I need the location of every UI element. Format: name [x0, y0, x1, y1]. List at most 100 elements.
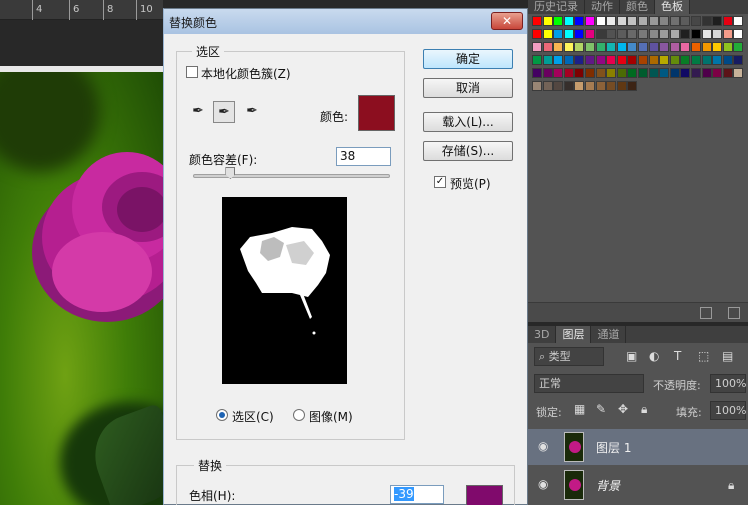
radio-selection[interactable]	[216, 409, 228, 421]
swatch-cell[interactable]	[532, 29, 542, 39]
swatch-cell[interactable]	[616, 68, 627, 78]
dialog-titlebar[interactable]: 替换颜色 ✕	[164, 9, 527, 34]
shape-filter-icon[interactable]: ⬚	[698, 349, 709, 363]
swatch-cell[interactable]	[574, 81, 585, 91]
swatch-cell[interactable]	[722, 29, 733, 39]
swatch-cell[interactable]	[733, 55, 744, 65]
swatch-cell[interactable]	[712, 42, 723, 52]
swatch-cell[interactable]	[627, 16, 638, 26]
tab-history[interactable]: 历史记录	[528, 0, 585, 14]
swatch-cell[interactable]	[563, 42, 574, 52]
swatch-cell[interactable]	[648, 16, 659, 26]
swatch-cell[interactable]	[701, 29, 712, 39]
adjustment-filter-icon[interactable]: ◐	[649, 349, 659, 363]
swatch-cell[interactable]	[585, 68, 595, 78]
swatch-cell[interactable]	[648, 42, 659, 52]
swatch-cell[interactable]	[669, 55, 680, 65]
swatch-cell[interactable]	[722, 42, 733, 52]
swatch-cell[interactable]	[542, 55, 553, 65]
swatch-cell[interactable]	[627, 42, 638, 52]
swatch-cell[interactable]	[691, 68, 701, 78]
tab-channels[interactable]: 通道	[591, 326, 627, 343]
layer-row[interactable]: ◉ 图层 1	[528, 429, 748, 465]
tab-3d[interactable]: 3D	[528, 326, 557, 343]
document-canvas[interactable]	[0, 72, 163, 505]
swatch-cell[interactable]	[606, 68, 617, 78]
type-filter-icon[interactable]: T	[674, 349, 681, 363]
swatch-cell[interactable]	[532, 55, 542, 65]
swatch-cell[interactable]	[574, 29, 585, 39]
preview-checkbox[interactable]: ✓	[434, 176, 446, 188]
fuzziness-input[interactable]: 38	[336, 147, 391, 166]
swatch-cell[interactable]	[563, 55, 574, 65]
sample-color-swatch[interactable]	[358, 95, 395, 131]
swatch-cell[interactable]	[574, 16, 585, 26]
eye-icon[interactable]: ◉	[538, 477, 548, 491]
swatch-cell[interactable]	[595, 68, 606, 78]
swatch-cell[interactable]	[669, 16, 680, 26]
smart-object-filter-icon[interactable]: ▤	[722, 349, 733, 363]
swatch-cell[interactable]	[733, 29, 744, 39]
swatch-cell[interactable]	[669, 42, 680, 52]
swatch-cell[interactable]	[574, 68, 585, 78]
swatch-cell[interactable]	[595, 42, 606, 52]
swatch-cell[interactable]	[648, 55, 659, 65]
swatch-cell[interactable]	[553, 42, 564, 52]
swatch-cell[interactable]	[638, 68, 648, 78]
swatch-cell[interactable]	[659, 68, 670, 78]
swatch-cell[interactable]	[733, 68, 744, 78]
swatch-cell[interactable]	[680, 55, 691, 65]
swatch-cell[interactable]	[616, 16, 627, 26]
swatch-cell[interactable]	[585, 42, 595, 52]
swatch-cell[interactable]	[712, 16, 723, 26]
swatch-cell[interactable]	[532, 42, 542, 52]
tab-color[interactable]: 颜色	[620, 0, 655, 14]
swatch-cell[interactable]	[585, 29, 595, 39]
swatch-cell[interactable]	[532, 81, 542, 91]
swatch-cell[interactable]	[553, 16, 564, 26]
swatch-cell[interactable]	[585, 55, 595, 65]
swatch-cell[interactable]	[659, 42, 670, 52]
blend-mode-select[interactable]: 正常	[534, 374, 644, 393]
load-button[interactable]: 载入(L)...	[423, 112, 513, 132]
swatch-cell[interactable]	[542, 81, 553, 91]
swatch-cell[interactable]	[680, 29, 691, 39]
swatch-cell[interactable]	[553, 81, 564, 91]
swatch-cell[interactable]	[722, 16, 733, 26]
swatch-cell[interactable]	[659, 29, 670, 39]
swatch-cell[interactable]	[638, 16, 648, 26]
swatch-cell[interactable]	[606, 16, 617, 26]
swatch-cell[interactable]	[659, 55, 670, 65]
eye-icon[interactable]: ◉	[538, 439, 548, 453]
swatch-cell[interactable]	[542, 29, 553, 39]
swatch-cell[interactable]	[616, 42, 627, 52]
swatch-cell[interactable]	[701, 16, 712, 26]
lock-all-icon[interactable]: 🔒︎	[641, 402, 647, 417]
swatch-cell[interactable]	[595, 29, 606, 39]
swatch-cell[interactable]	[606, 55, 617, 65]
swatch-grid[interactable]	[532, 16, 746, 106]
swatch-cell[interactable]	[638, 55, 648, 65]
layer-row[interactable]: ◉ 背景 🔒︎	[528, 467, 748, 503]
image-filter-icon[interactable]: ▣	[626, 349, 637, 363]
new-swatch-icon[interactable]	[700, 307, 712, 319]
swatch-cell[interactable]	[669, 68, 680, 78]
swatch-cell[interactable]	[563, 81, 574, 91]
swatch-cell[interactable]	[627, 81, 638, 91]
hue-input[interactable]: -39	[390, 485, 444, 504]
swatch-cell[interactable]	[691, 29, 701, 39]
swatch-cell[interactable]	[638, 29, 648, 39]
swatch-cell[interactable]	[680, 68, 691, 78]
swatch-cell[interactable]	[595, 16, 606, 26]
swatch-cell[interactable]	[574, 42, 585, 52]
result-color-swatch[interactable]	[466, 485, 503, 505]
swatch-cell[interactable]	[563, 16, 574, 26]
localized-clusters-checkbox[interactable]	[186, 66, 198, 78]
swatch-cell[interactable]	[532, 68, 542, 78]
swatch-cell[interactable]	[563, 68, 574, 78]
swatch-cell[interactable]	[585, 16, 595, 26]
swatch-cell[interactable]	[733, 16, 744, 26]
fuzziness-slider-track[interactable]	[193, 174, 390, 178]
swatch-cell[interactable]	[669, 29, 680, 39]
swatch-cell[interactable]	[680, 42, 691, 52]
